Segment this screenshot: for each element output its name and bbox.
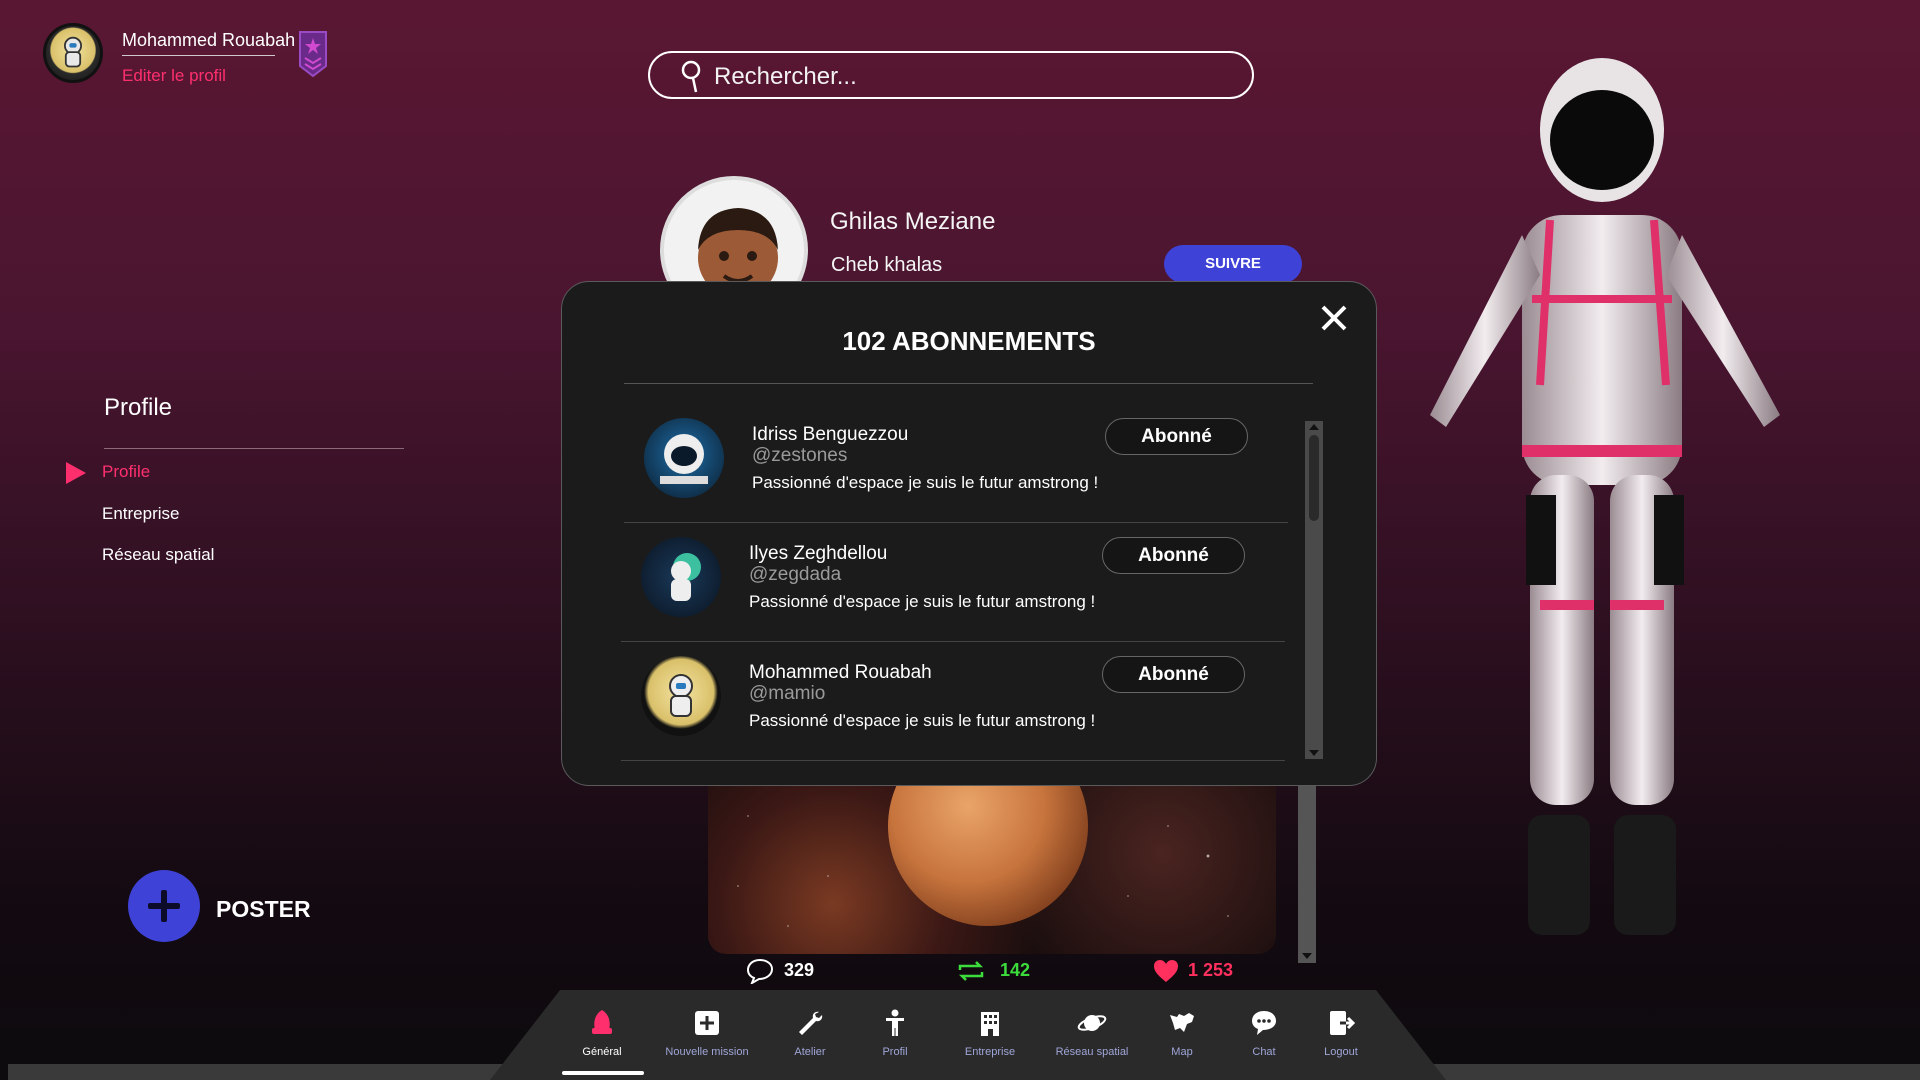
plus-square-icon <box>695 1011 719 1035</box>
nav-profil[interactable]: Profil <box>840 1008 950 1058</box>
entry-name[interactable]: Idriss Benguezzou <box>752 424 908 446</box>
astronaut-helmet-avatar-icon <box>644 418 724 498</box>
entry-bio: Passionné d'espace je suis le futur amst… <box>749 592 1096 611</box>
astronaut-moon-avatar-icon <box>641 537 721 617</box>
reposts-count: 142 <box>1000 960 1031 980</box>
nav-entreprise[interactable]: Entreprise <box>935 1008 1045 1058</box>
search-bar[interactable]: Rechercher... <box>648 51 1254 99</box>
post-image[interactable] <box>708 786 1276 954</box>
subscribed-button[interactable]: Abonné <box>1102 537 1245 574</box>
modal-scrollbar[interactable] <box>1305 421 1323 759</box>
close-icon[interactable] <box>1318 302 1350 334</box>
nav-label: Profil <box>882 1046 908 1058</box>
building-icon <box>981 1012 999 1036</box>
subscription-entry[interactable]: Ilyes Zeghdellou @zegdada Passionné d'es… <box>621 523 1285 642</box>
sidebar-item-entreprise[interactable]: Entreprise <box>102 504 179 524</box>
entry-handle: @mamio <box>749 683 826 704</box>
astronaut-yellow-avatar-icon <box>641 656 721 736</box>
likes-stat[interactable]: 1 253 <box>1152 960 1234 982</box>
nav-general[interactable]: Général <box>547 1008 657 1058</box>
entry-handle: @zegdada <box>749 564 842 585</box>
nav-nouvelle-mission[interactable]: Nouvelle mission <box>652 1008 762 1058</box>
entry-handle: @zestones <box>752 445 848 466</box>
nav-label: Logout <box>1324 1046 1358 1058</box>
user-avatar[interactable] <box>43 23 103 83</box>
nav-label: Entreprise <box>964 1046 1016 1058</box>
comments-count: 329 <box>784 960 815 980</box>
wrench-icon <box>799 1011 823 1035</box>
sidebar-item-profile[interactable]: Profile <box>102 462 150 482</box>
nav-logout[interactable]: Logout <box>1286 1008 1396 1058</box>
sidebar-divider <box>104 448 404 449</box>
chat-icon <box>1252 1011 1276 1035</box>
map-icon <box>1170 1013 1194 1032</box>
heart-icon <box>1154 960 1178 982</box>
poster-plus-button[interactable] <box>128 870 200 942</box>
person-icon <box>886 1009 904 1036</box>
modal-title: 102 ABONNEMENTS <box>842 326 1096 356</box>
comments-stat[interactable]: 329 <box>746 958 815 984</box>
entry-name[interactable]: Mohammed Rouabah <box>749 662 932 684</box>
entry-bio: Passionné d'espace je suis le futur amst… <box>749 711 1096 730</box>
entry-name[interactable]: Ilyes Zeghdellou <box>749 543 887 565</box>
modal-divider <box>624 383 1313 384</box>
sidebar-item-reseau-spatial[interactable]: Réseau spatial <box>102 545 214 565</box>
subscribed-button[interactable]: Abonné <box>1105 418 1248 455</box>
reposts-stat[interactable]: 142 <box>956 960 1030 981</box>
nav-label: Général <box>582 1046 622 1058</box>
nav-active-underline <box>562 1071 644 1075</box>
subscription-entry[interactable]: Idriss Benguezzou @zestones Passionné d'… <box>624 404 1288 523</box>
subscription-entry[interactable]: Mohammed Rouabah @mamio Passionné d'espa… <box>621 642 1285 761</box>
nav-label: Nouvelle mission <box>665 1046 749 1058</box>
rocket-icon <box>592 1010 612 1034</box>
entry-bio: Passionné d'espace je suis le futur amst… <box>752 473 1099 492</box>
user-name: Mohammed Rouabah <box>122 30 296 50</box>
search-icon <box>681 60 701 93</box>
subscriptions-modal: 102 ABONNEMENTS Idriss Benguezzou @zesto… <box>561 281 1377 786</box>
likes-count: 1 253 <box>1188 960 1234 980</box>
poster-label[interactable]: POSTER <box>216 896 311 923</box>
edit-profile-link[interactable]: Editer le profil <box>122 66 226 86</box>
follow-button[interactable]: SUIVRE <box>1164 245 1302 283</box>
sidebar-title: Profile <box>104 394 173 421</box>
active-indicator-icon <box>66 462 86 484</box>
user-name-divider <box>122 55 275 56</box>
feed-scrollbar[interactable] <box>1298 785 1316 963</box>
astronaut-avatar-icon <box>64 36 82 68</box>
comment-icon <box>746 958 774 984</box>
search-input[interactable]: Rechercher... <box>714 63 857 91</box>
profile-subtitle: Cheb khalas <box>831 254 943 276</box>
repost-icon <box>958 961 984 981</box>
planet-icon <box>1077 1015 1107 1031</box>
astronaut-illustration <box>1430 58 1780 935</box>
profile-name: Ghilas Meziane <box>830 208 996 235</box>
rank-badge-icon <box>299 31 327 78</box>
logout-icon <box>1330 1011 1356 1035</box>
subscribed-button[interactable]: Abonné <box>1102 656 1245 693</box>
